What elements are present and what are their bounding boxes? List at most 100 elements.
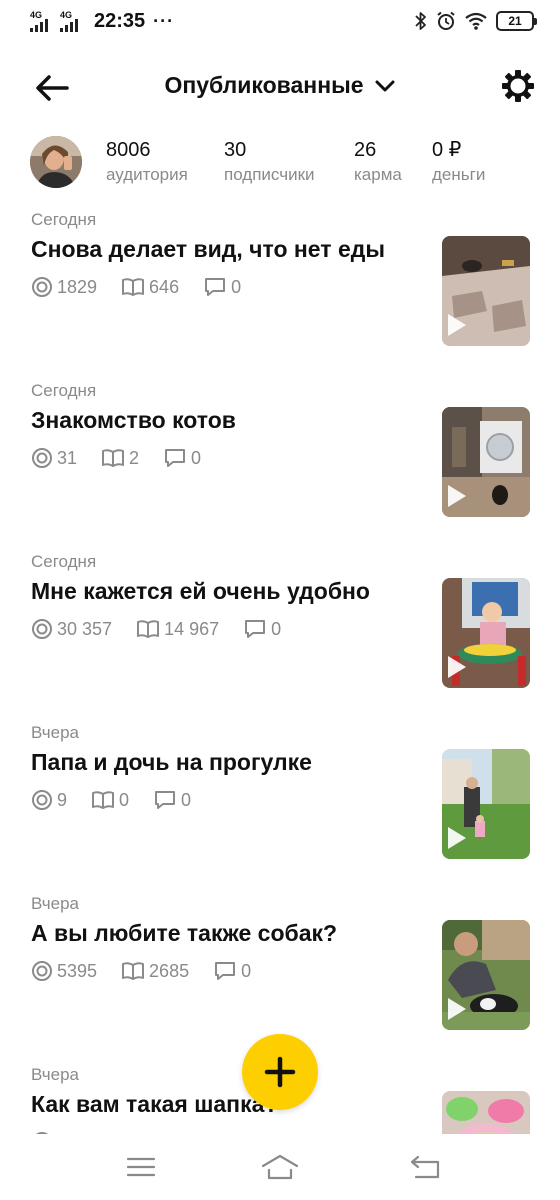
play-icon: [448, 827, 466, 849]
signal-icon: 4G: [60, 10, 84, 33]
stat-label: аудитория: [106, 165, 188, 184]
stat-subscribers[interactable]: 30 подписчики: [224, 138, 315, 186]
status-bar: 4G 4G 22:35 ··· 21: [0, 0, 560, 44]
reads-metric: 14 967: [136, 619, 219, 640]
eye-icon: [32, 448, 52, 468]
stat-value: 0 ₽: [432, 139, 462, 161]
post-metrics: 30 357 14 967 0: [31, 618, 305, 640]
bluetooth-icon: [415, 12, 426, 30]
stat-label: подписчики: [224, 165, 315, 184]
stat-label: карма: [354, 165, 402, 184]
publications-list[interactable]: Сегодня Снова делает вид, что нет еды 18…: [0, 196, 560, 1134]
back-icon: [410, 1155, 440, 1179]
home-button[interactable]: [260, 1152, 300, 1182]
signal-icon: 4G: [30, 10, 54, 33]
post-date: Сегодня: [31, 552, 97, 571]
book-icon: [92, 791, 115, 809]
post-metrics: 5395 2685 0: [31, 960, 275, 982]
comment-icon: [215, 962, 236, 980]
comment-icon: [205, 278, 226, 296]
page-title: Опубликованные: [164, 72, 364, 98]
list-item[interactable]: Сегодня Снова делает вид, что нет еды 18…: [0, 196, 560, 367]
views-count: 1829: [57, 276, 98, 297]
battery-level: 21: [508, 14, 522, 28]
menu-button[interactable]: [121, 1152, 161, 1182]
chevron-down-icon: [375, 80, 395, 91]
eye-icon: [32, 961, 52, 981]
comment-icon: [245, 620, 266, 638]
book-icon: [137, 620, 160, 638]
top-app-bar: Опубликованные: [0, 62, 560, 114]
stat-money[interactable]: 0 ₽ деньги: [432, 138, 485, 186]
comments-count: 0: [231, 276, 242, 297]
post-date: Вчера: [31, 723, 79, 742]
views-count: 31: [57, 447, 78, 468]
play-icon: [448, 485, 466, 507]
list-item[interactable]: Вчера А вы любите также собак? 5395 2685…: [0, 880, 560, 1051]
post-date: Сегодня: [31, 381, 97, 400]
reads-metric: 646: [121, 277, 179, 298]
system-back-button[interactable]: [406, 1152, 446, 1182]
video-thumbnail[interactable]: [442, 1091, 530, 1134]
comments-metric: 0: [243, 618, 281, 640]
wifi-icon: [465, 12, 487, 30]
plus-icon: [264, 1056, 296, 1088]
post-title: Мне кажется ей очень удобно: [31, 578, 370, 604]
post-metrics: 9 0 0: [31, 789, 215, 811]
play-icon: [448, 998, 466, 1020]
post-title: Папа и дочь на прогулке: [31, 749, 312, 775]
stat-value: 26: [354, 139, 377, 161]
play-icon: [448, 656, 466, 678]
post-metrics: 1829 646 0: [31, 276, 265, 298]
reads-metric: 0: [91, 790, 129, 811]
post-title: Снова делает вид, что нет еды: [31, 236, 385, 262]
comment-icon: [155, 791, 176, 809]
list-item[interactable]: Сегодня Мне кажется ей очень удобно 30 3…: [0, 538, 560, 709]
comments-metric: 0: [153, 789, 191, 811]
reads-count: 2: [129, 447, 140, 468]
views-count: 30 357: [57, 618, 113, 639]
settings-button[interactable]: [500, 68, 536, 104]
book-icon: [122, 962, 145, 980]
post-title: Знакомство котов: [31, 407, 236, 433]
section-dropdown[interactable]: Опубликованные: [0, 72, 560, 99]
more-dots: ···: [153, 11, 175, 31]
comments-count: 0: [271, 618, 282, 639]
video-thumbnail[interactable]: [442, 920, 530, 1030]
reads-metric: 2: [101, 448, 139, 469]
views-metric: 5395: [31, 960, 97, 982]
post-metrics: 31 2 0: [31, 447, 225, 469]
list-item[interactable]: Сегодня Знакомство котов 31 2 0: [0, 367, 560, 538]
avatar[interactable]: [30, 136, 82, 188]
alarm-icon: [437, 11, 455, 30]
video-thumbnail[interactable]: [442, 578, 530, 688]
eye-icon: [32, 790, 52, 810]
clock: 22:35: [94, 10, 146, 32]
video-thumbnail[interactable]: [442, 236, 530, 346]
menu-icon: [126, 1157, 156, 1177]
create-post-button[interactable]: [242, 1034, 318, 1110]
comments-metric: 0: [213, 960, 251, 982]
post-title: Как вам такая шапка?: [31, 1091, 279, 1117]
views-metric: 1829: [31, 276, 97, 298]
video-thumbnail[interactable]: [442, 749, 530, 859]
comments-count: 0: [241, 960, 252, 981]
comments-metric: 0: [203, 276, 241, 298]
stat-audience[interactable]: 8006 аудитория: [106, 138, 188, 186]
book-icon: [122, 278, 145, 296]
reads-count: 14 967: [164, 618, 220, 639]
post-date: Вчера: [31, 894, 79, 913]
comment-icon: [165, 449, 186, 467]
list-item[interactable]: Вчера Папа и дочь на прогулке 9 0 0: [0, 709, 560, 880]
battery-icon: 21: [496, 11, 537, 31]
views-count: 5395: [57, 960, 98, 981]
home-icon: [261, 1154, 299, 1180]
comments-count: 0: [191, 447, 202, 468]
eye-icon: [32, 277, 52, 297]
reads-count: 0: [119, 789, 130, 810]
stat-karma[interactable]: 26 карма: [354, 138, 402, 186]
channel-stats: 8006 аудитория 30 подписчики 26 карма 0 …: [0, 134, 560, 194]
book-icon: [102, 449, 125, 467]
comments-metric: 0: [163, 447, 201, 469]
video-thumbnail[interactable]: [442, 407, 530, 517]
